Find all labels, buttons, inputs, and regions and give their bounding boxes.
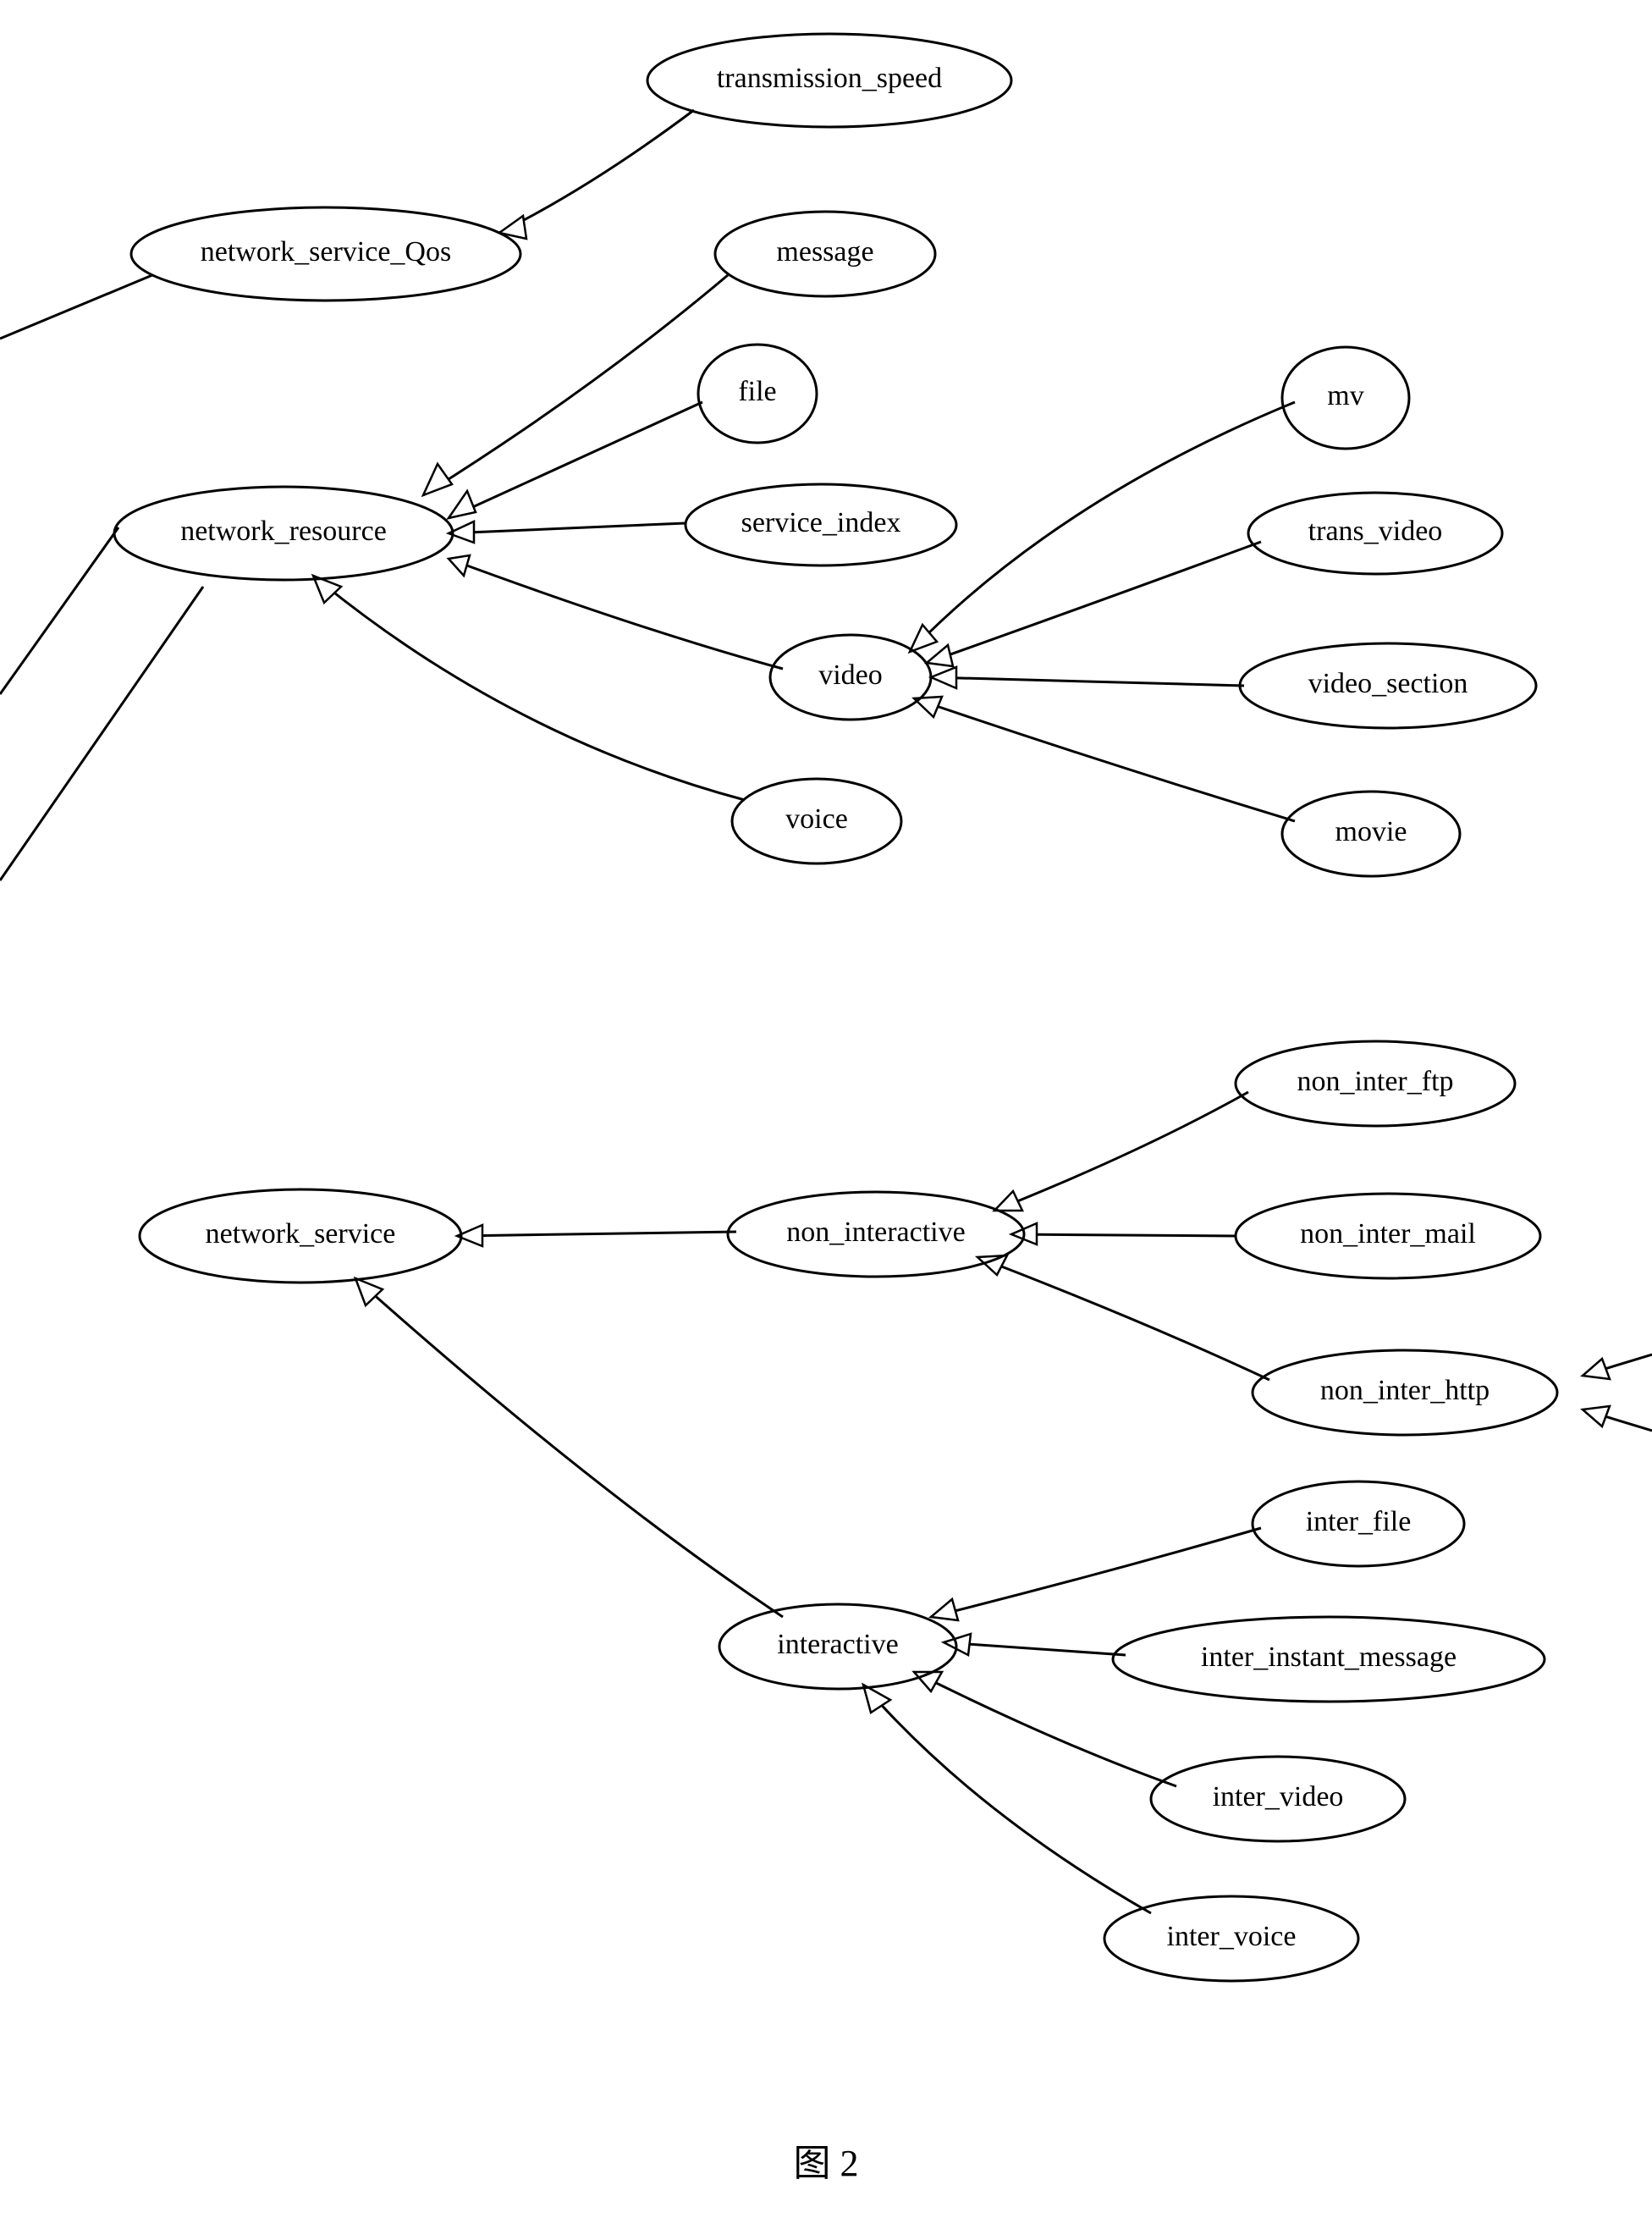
node-service-index: service_index [686,484,956,566]
node-inter-video: inter_video [1151,1757,1405,1841]
edge-root-resource [0,527,118,694]
svg-text:trans_video: trans_video [1308,516,1443,547]
node-file: file [698,345,817,443]
edge-video-to-resource [449,555,783,669]
node-video-section: video_section [1240,643,1536,728]
edge-interactive-to-service [355,1278,783,1617]
edge-noninteractive-to-service [457,1225,736,1246]
node-transmission-speed: transmission_speed [647,34,1011,127]
edge-movie-to-video [914,697,1295,821]
svg-text:network_service_Qos: network_service_Qos [201,236,451,268]
node-movie: movie [1282,792,1460,876]
node-non-inter-http: non_inter_http [1253,1350,1557,1435]
edge-stub-http-2 [1583,1406,1652,1431]
node-interactive: interactive [719,1604,956,1689]
diagram-canvas: transmission_speed network_service_Qos m… [0,0,1652,2229]
node-non-interactive: non_interactive [728,1192,1024,1277]
node-mv: mv [1282,347,1409,449]
svg-text:network_resource: network_resource [180,516,387,547]
edge-noninterftp-to-noninteractive [994,1092,1248,1211]
node-network-service: network_service [140,1189,461,1283]
edge-video-section-to-video [931,667,1244,688]
figure-caption: 图 2 [794,2143,859,2184]
edge-intervoice-to-interactive [863,1685,1151,1913]
node-trans-video: trans_video [1248,493,1502,574]
svg-text:interactive: interactive [777,1629,898,1660]
svg-text:inter_instant_message: inter_instant_message [1201,1641,1457,1673]
edge-nonintermail-to-noninteractive [1011,1223,1236,1244]
node-inter-voice: inter_voice [1104,1896,1358,1981]
edge-file-to-resource [449,402,702,518]
edge-trans-video-to-video [927,542,1261,666]
svg-text:service_index: service_index [741,507,901,538]
edge-root-resource2 [0,587,203,880]
node-network-resource: network_resource [114,487,453,580]
svg-text:network_service: network_service [206,1218,396,1250]
svg-text:voice: voice [785,803,848,835]
svg-text:inter_voice: inter_voice [1167,1921,1297,1952]
svg-text:non_inter_http: non_inter_http [1320,1375,1490,1406]
svg-text:inter_video: inter_video [1213,1781,1344,1812]
edge-service-index-to-resource [449,521,686,543]
edge-message-to-resource [423,275,728,495]
edge-noninterhttp-to-noninteractive [977,1255,1269,1380]
edge-intervideo-to-interactive [914,1672,1176,1786]
svg-text:transmission_speed: transmission_speed [717,63,942,94]
svg-text:non_inter_mail: non_inter_mail [1300,1218,1476,1250]
edge-transmission-speed-to-qos [499,110,694,239]
node-network-service-qos: network_service_Qos [131,207,520,301]
svg-text:non_inter_ftp: non_inter_ftp [1297,1066,1453,1097]
edge-root-qos [0,275,152,339]
svg-text:video: video [818,659,883,691]
edge-interinstant-to-interactive [944,1634,1126,1655]
node-message: message [715,212,935,296]
svg-text:file: file [738,376,776,407]
svg-text:inter_file: inter_file [1306,1506,1412,1537]
svg-text:movie: movie [1335,816,1407,847]
svg-text:message: message [776,236,873,268]
node-voice: voice [732,779,901,863]
node-non-inter-mail: non_inter_mail [1236,1194,1540,1278]
edge-interfile-to-interactive [931,1528,1261,1620]
svg-text:video_section: video_section [1308,668,1468,699]
node-non-inter-ftp: non_inter_ftp [1236,1041,1515,1126]
edge-voice-to-resource [313,576,745,800]
svg-text:mv: mv [1327,380,1363,411]
svg-text:non_interactive: non_interactive [786,1217,965,1248]
edge-stub-http-1 [1583,1355,1652,1379]
node-inter-file: inter_file [1253,1481,1464,1566]
edge-mv-to-video [910,402,1295,652]
node-inter-instant-message: inter_instant_message [1113,1617,1545,1702]
node-video: video [770,635,931,720]
